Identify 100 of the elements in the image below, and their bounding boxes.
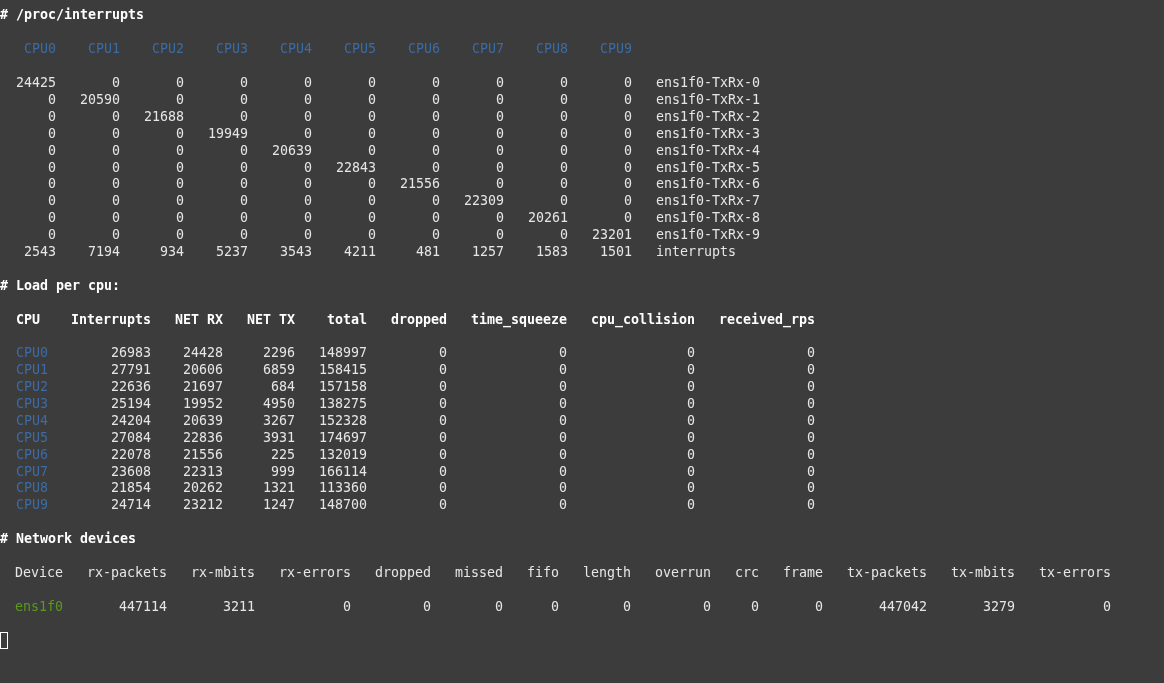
table-cell-text: 0: [176, 226, 184, 245]
table-cell-text: 0: [687, 411, 695, 430]
table-cell-text: 0: [560, 158, 568, 177]
table-cell-text: 0: [439, 428, 447, 447]
column-header: total: [326, 310, 367, 329]
table-cell-text: 0: [48, 124, 56, 143]
table-cell-text: 26983: [110, 344, 151, 363]
cpu-label: CPU6: [15, 445, 49, 464]
table-cell-text: 0: [687, 479, 695, 498]
table-cell-text: 0: [687, 445, 695, 464]
column-header: CPU0: [23, 40, 56, 59]
column-header: missed: [454, 563, 503, 582]
table-cell-text: 148700: [318, 496, 367, 515]
section-title: # Network devices: [0, 530, 137, 549]
table-cell-text: 24428: [182, 344, 223, 363]
table-cell-text: 19949: [207, 124, 248, 143]
device-name: ens1f0: [14, 597, 64, 616]
table-cell-text: 225: [270, 445, 295, 464]
table-cell-text: 0: [624, 175, 632, 194]
table-cell-text: 24425: [15, 74, 56, 93]
table-cell-text: 0: [1103, 597, 1111, 616]
table-cell-text: 0: [551, 597, 559, 616]
table-cell-text: 0: [304, 209, 312, 228]
table-cell-text: 0: [439, 378, 447, 397]
row-label: ens1f0-TxRx-5: [656, 158, 761, 177]
column-header: CPU9: [599, 40, 632, 59]
table-cell-text: 0: [112, 141, 120, 160]
table-cell-text: 0: [807, 361, 815, 380]
table-cell-text: 0: [559, 378, 567, 397]
table-cell-text: 157158: [318, 378, 367, 397]
table-cell-text: 0: [176, 124, 184, 143]
section-title: # Load per cpu:: [0, 276, 121, 295]
table-cell-text: 0: [624, 209, 632, 228]
table-cell-text: 22313: [182, 462, 223, 481]
table-cell-text: 0: [751, 597, 759, 616]
table-cell-text: 0: [48, 209, 56, 228]
table-cell-text: 0: [304, 175, 312, 194]
table-cell-text: 0: [439, 496, 447, 515]
table-cell-text: 27084: [110, 428, 151, 447]
row-label: ens1f0-TxRx-4: [656, 141, 761, 160]
table-cell-text: 22843: [335, 158, 376, 177]
table-cell-text: 0: [240, 158, 248, 177]
table-cell-text: 0: [687, 344, 695, 363]
row-label: ens1f0-TxRx-2: [656, 107, 761, 126]
table-cell-text: 1257: [471, 242, 504, 261]
table-cell-text: 0: [559, 428, 567, 447]
table-cell-text: 0: [496, 158, 504, 177]
cpu-label: CPU4: [15, 411, 49, 430]
table-cell-text: 25194: [110, 394, 151, 413]
table-cell-text: 138275: [318, 394, 367, 413]
table-cell-text: 0: [112, 107, 120, 126]
table-cell-text: 0: [368, 74, 376, 93]
table-cell-text: 21556: [399, 175, 440, 194]
column-header: CPU4: [279, 40, 312, 59]
column-header: Device: [14, 563, 64, 582]
table-cell-text: 0: [560, 226, 568, 245]
table-cell-text: 0: [304, 107, 312, 126]
cursor-icon: [0, 631, 8, 649]
table-cell-text: 0: [439, 394, 447, 413]
table-cell-text: 20639: [182, 411, 223, 430]
row-label: ens1f0-TxRx-9: [656, 226, 761, 245]
table-cell-text: 20261: [527, 209, 568, 228]
table-cell-text: 0: [112, 74, 120, 93]
table-cell-text: 2543: [23, 242, 56, 261]
table-cell-text: 0: [48, 226, 56, 245]
table-cell-text: 20590: [79, 90, 120, 109]
table-cell-text: 0: [559, 394, 567, 413]
column-header: dropped: [390, 310, 447, 329]
table-cell-text: 999: [270, 462, 295, 481]
table-cell-text: 0: [496, 141, 504, 160]
table-cell-text: 21688: [143, 107, 184, 126]
table-cell-text: 0: [176, 90, 184, 109]
row-label: ens1f0-TxRx-0: [656, 74, 761, 93]
table-cell-text: 23212: [182, 496, 223, 515]
table-cell-text: 0: [368, 209, 376, 228]
table-cell-text: 0: [687, 361, 695, 380]
table-cell-text: 0: [176, 74, 184, 93]
table-cell-text: 0: [240, 141, 248, 160]
table-cell-text: 21854: [110, 479, 151, 498]
table-cell-text: 22078: [110, 445, 151, 464]
table-cell-text: 0: [176, 141, 184, 160]
table-cell-text: 0: [807, 445, 815, 464]
cpu-label: CPU7: [15, 462, 49, 481]
table-cell-text: 0: [624, 141, 632, 160]
table-cell-text: 0: [48, 107, 56, 126]
table-cell-text: 0: [807, 344, 815, 363]
table-cell-text: 0: [432, 107, 440, 126]
table-cell-text: 0: [560, 141, 568, 160]
table-cell-text: 0: [624, 158, 632, 177]
row-label: interrupts: [656, 242, 737, 261]
table-cell-text: 2296: [262, 344, 295, 363]
column-header: NET TX: [246, 310, 295, 329]
table-cell-text: 0: [439, 344, 447, 363]
table-cell-text: 21697: [182, 378, 223, 397]
table-cell-text: 0: [624, 192, 632, 211]
table-cell-text: 0: [304, 90, 312, 109]
table-cell-text: 447042: [878, 597, 927, 616]
table-cell-text: 0: [687, 496, 695, 515]
column-header: dropped: [374, 563, 431, 582]
table-cell-text: 0: [496, 209, 504, 228]
